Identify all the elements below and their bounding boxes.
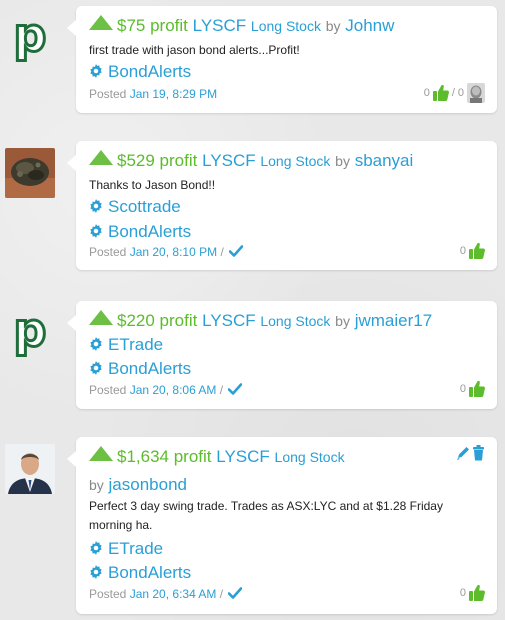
up-arrow-icon	[89, 446, 113, 461]
posted-info: Posted Jan 20, 8:10 PM /	[89, 245, 243, 259]
thumbs-up-icon[interactable]	[469, 584, 485, 602]
by-label: by	[89, 477, 104, 493]
posted-info: Posted Jan 20, 8:06 AM /	[89, 383, 242, 397]
profit-amount[interactable]: $220 profit	[117, 311, 197, 330]
thumbs-up-icon[interactable]	[433, 84, 449, 102]
ticker-link[interactable]: LYSCF	[193, 16, 247, 35]
post-text: first trade with jason bond alerts...Pro…	[89, 43, 300, 57]
trade-title: $529 profit LYSCF Long Stock by sbanyai	[89, 150, 413, 172]
gear-icon	[89, 361, 103, 375]
ticker-link[interactable]: LYSCF	[202, 311, 256, 330]
avatar[interactable]	[5, 444, 55, 494]
post-text: Perfect 3 day swing trade. Trades as ASX…	[89, 497, 443, 535]
edit-pencil-icon[interactable]	[456, 445, 470, 461]
date-separator: /	[219, 587, 224, 601]
by-label: by	[335, 313, 350, 329]
user-photo	[5, 444, 55, 494]
like-count: 0	[423, 87, 430, 99]
verified-check-icon	[228, 383, 242, 395]
posted-info: Posted Jan 20, 6:34 AM /	[89, 587, 242, 601]
posted-info: Posted Jan 19, 8:29 PM	[89, 87, 218, 101]
thumbs-up-icon[interactable]	[469, 242, 485, 260]
position-type[interactable]: Long Stock	[260, 153, 330, 169]
dislike-count: 0	[457, 87, 464, 99]
vote-box: 0	[460, 380, 485, 398]
username-link[interactable]: sbanyai	[355, 151, 414, 170]
like-count: 0	[459, 245, 466, 257]
post-date-link[interactable]: Jan 20, 8:10 PM	[130, 245, 217, 259]
tag-link[interactable]: BondAlerts	[89, 61, 191, 83]
post-date-link[interactable]: Jan 19, 8:29 PM	[130, 87, 217, 101]
tag-link[interactable]: BondAlerts	[89, 562, 191, 584]
gear-icon	[89, 565, 103, 579]
post-date-link[interactable]: Jan 20, 8:06 AM	[130, 383, 217, 397]
gear-icon	[89, 64, 103, 78]
post-actions	[456, 445, 485, 461]
trade-card: $220 profit LYSCF Long Stock by jwmaier1…	[67, 301, 497, 409]
up-arrow-icon	[89, 15, 113, 30]
verified-check-icon	[228, 587, 242, 599]
date-separator: /	[219, 383, 224, 397]
username-link[interactable]: jasonbond	[109, 475, 187, 494]
profit-amount[interactable]: $529 profit	[117, 151, 197, 170]
user-photo	[5, 148, 55, 198]
tag-link[interactable]: ETrade	[89, 538, 163, 560]
post-text-line: Perfect 3 day swing trade. Trades as ASX…	[89, 499, 443, 513]
gear-icon	[89, 199, 103, 213]
trade-card: $529 profit LYSCF Long Stock by sbanyai …	[67, 141, 497, 270]
gear-icon	[89, 224, 103, 238]
post-date-link[interactable]: Jan 20, 6:34 AM	[130, 587, 217, 601]
like-count: 0	[459, 383, 466, 395]
gear-icon	[89, 541, 103, 555]
position-type[interactable]: Long Stock	[251, 18, 321, 34]
post-text: Thanks to Jason Bond!!	[89, 178, 216, 192]
trade-card: $75 profit LYSCF Long Stock by Johnw fir…	[67, 6, 497, 113]
gear-icon	[89, 337, 103, 351]
trade-card: $1,634 profit LYSCF Long Stock by jasonb…	[67, 437, 497, 614]
date-separator: /	[220, 245, 224, 259]
post-text-line: morning ha.	[89, 518, 153, 532]
up-arrow-icon	[89, 150, 113, 165]
username-link[interactable]: jwmaier17	[355, 311, 432, 330]
ticker-link[interactable]: LYSCF	[216, 447, 270, 466]
tag-link[interactable]: BondAlerts	[89, 358, 191, 380]
vote-box: 0	[460, 584, 485, 602]
up-arrow-icon	[89, 310, 113, 325]
tag-link[interactable]: ETrade	[89, 334, 163, 356]
trade-title: $220 profit LYSCF Long Stock by jwmaier1…	[89, 310, 432, 332]
verified-check-icon	[229, 245, 243, 257]
tag-link[interactable]: Scottrade	[89, 196, 181, 218]
trade-title: $75 profit LYSCF Long Stock by Johnw	[89, 15, 394, 37]
by-label: by	[335, 153, 350, 169]
profit-amount[interactable]: $1,634 profit	[117, 447, 212, 466]
avatar[interactable]: p	[5, 9, 55, 62]
username-link[interactable]: Johnw	[345, 16, 394, 35]
avatar[interactable]	[5, 148, 55, 198]
author-line: by jasonbond	[89, 474, 187, 496]
profit-amount[interactable]: $75 profit	[117, 16, 188, 35]
by-label: by	[325, 18, 341, 34]
like-count: 0	[459, 587, 466, 599]
thumbs-up-icon[interactable]	[469, 380, 485, 398]
voter-avatar[interactable]	[467, 83, 485, 103]
vote-box: 0	[460, 242, 485, 260]
vote-box: 0 / 0	[424, 83, 485, 103]
position-type[interactable]: Long Stock	[275, 449, 345, 465]
delete-trash-icon[interactable]	[472, 445, 485, 461]
trade-title: $1,634 profit LYSCF Long Stock	[89, 446, 345, 468]
ticker-link[interactable]: LYSCF	[202, 151, 256, 170]
avatar[interactable]: p	[5, 304, 55, 357]
vote-separator: /	[451, 87, 455, 99]
tag-link[interactable]: BondAlerts	[89, 221, 191, 243]
position-type[interactable]: Long Stock	[260, 313, 330, 329]
